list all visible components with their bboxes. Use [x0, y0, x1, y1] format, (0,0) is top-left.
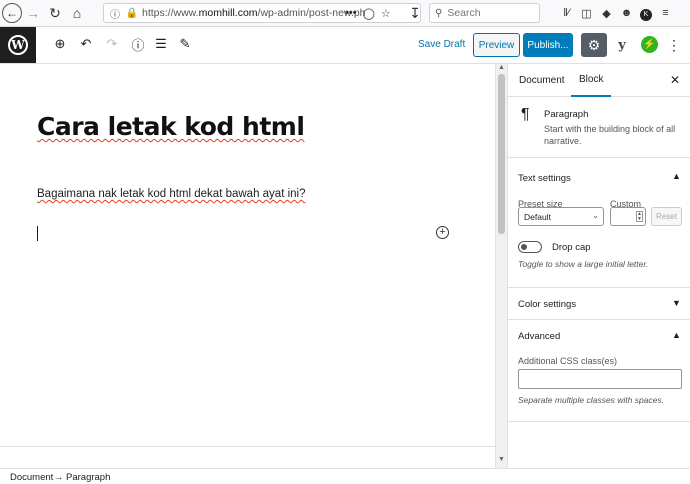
browser-extensions: ‖⁄ ◫ ◆ ☻ K ≡ — [560, 4, 672, 22]
drop-cap-label: Drop cap — [552, 242, 591, 253]
sidebar-toggle-icon[interactable]: ◫ — [580, 4, 593, 22]
editor-header: W ⊕ ↶ ↷ ⓘ ☰ ✎ Save Draft Preview Publish… — [0, 27, 690, 64]
close-icon[interactable]: ✕ — [670, 73, 680, 87]
bookmark-star-icon[interactable]: ☆ — [381, 7, 391, 20]
advanced-title[interactable]: Advanced — [518, 331, 560, 342]
inline-add-block-icon[interactable]: + — [436, 226, 449, 239]
account-icon[interactable]: ☻ — [620, 4, 633, 22]
search-input[interactable]: ⚲ Search — [429, 3, 540, 23]
wordpress-logo[interactable]: W — [0, 27, 36, 63]
content-divider — [0, 446, 495, 447]
breadcrumb-paragraph[interactable]: Paragraph — [66, 472, 110, 483]
block-card: ¶ Paragraph Start with the building bloc… — [508, 98, 690, 158]
tab-block[interactable]: Block — [571, 64, 612, 97]
redo-icon[interactable]: ↷ — [104, 36, 120, 52]
text-settings-title[interactable]: Text settings — [518, 173, 571, 184]
url-scheme: https://www. — [142, 7, 199, 19]
drop-cap-toggle[interactable] — [518, 241, 542, 253]
paragraph-block[interactable]: Bagaimana nak letak kod html dekat bawah… — [37, 188, 306, 200]
color-settings-title[interactable]: Color settings — [518, 299, 576, 310]
lock-icon[interactable]: 🔒 — [125, 6, 139, 20]
home-icon[interactable]: ⌂ — [66, 2, 88, 24]
toggle-knob — [521, 243, 527, 250]
css-class-label: Additional CSS class(es) — [518, 356, 618, 366]
text-cursor[interactable] — [37, 226, 38, 241]
scroll-up-arrow-icon[interactable]: ▲ — [498, 64, 505, 71]
library-icon[interactable]: ‖⁄ — [560, 4, 573, 22]
profile-avatar[interactable]: K — [640, 8, 652, 21]
tab-document[interactable]: Document — [519, 64, 565, 97]
pocket-icon[interactable]: ◯ — [363, 7, 375, 20]
custom-size-input[interactable]: ▲ ▼ — [610, 207, 646, 226]
page-actions-icon[interactable]: ••• — [345, 7, 357, 19]
block-breadcrumb: Document → Paragraph — [0, 468, 690, 484]
info-icon[interactable]: ⓘ — [108, 6, 122, 21]
forward-arrow-icon[interactable]: → — [22, 2, 44, 24]
scrollbar-thumb[interactable] — [498, 74, 505, 234]
undo-icon[interactable]: ↶ — [78, 36, 94, 52]
url-actions: ••• ◯ ☆ — [345, 3, 391, 23]
paragraph-icon: ¶ — [521, 106, 530, 123]
breadcrumb-document[interactable]: Document — [10, 472, 53, 483]
more-options-icon[interactable]: ⋮ — [667, 36, 681, 54]
publish-button[interactable]: Publish... — [523, 33, 573, 57]
edit-mode-icon[interactable]: ✎ — [177, 36, 193, 52]
editor-scrollbar[interactable]: ▲ ▼ — [495, 64, 507, 468]
text-settings-panel: Text settings ▲ Preset size Custom Defau… — [508, 159, 690, 288]
menu-icon[interactable]: ≡ — [659, 4, 672, 22]
color-settings-panel[interactable]: Color settings ▼ — [508, 288, 690, 320]
preview-button[interactable]: Preview — [473, 33, 520, 57]
extension-icon[interactable]: ◆ — [600, 4, 613, 22]
scroll-down-arrow-icon[interactable]: ▼ — [498, 456, 505, 463]
settings-sidebar: Document Block ✕ ¶ Paragraph Start with … — [507, 64, 690, 468]
post-title[interactable]: Cara letak kod html — [37, 112, 305, 141]
chevron-up-icon[interactable]: ▲ — [672, 171, 681, 181]
preset-size-select[interactable]: Default ⌄ — [518, 207, 604, 226]
browser-toolbar: ← → ↻ ⌂ ⓘ 🔒 https://www. momhill.com/wp-a… — [0, 0, 690, 27]
yoast-icon[interactable]: y — [614, 36, 630, 54]
css-class-help: Separate multiple classes with spaces. — [518, 395, 664, 405]
chevron-down-icon[interactable]: ▼ — [672, 298, 681, 308]
settings-gear-icon[interactable]: ⚙ — [581, 33, 607, 57]
add-block-icon[interactable]: ⊕ — [52, 36, 68, 52]
wordpress-icon: W — [8, 35, 28, 55]
advanced-panel: Advanced ▲ Additional CSS class(es) Sepa… — [508, 320, 690, 422]
block-card-description: Start with the building block of all nar… — [544, 124, 676, 146]
editor-canvas: Cara letak kod html Bagaimana nak letak … — [0, 64, 495, 446]
reset-button[interactable]: Reset — [651, 207, 682, 226]
chevron-down-icon: ⌄ — [592, 211, 599, 220]
css-class-input[interactable] — [518, 369, 682, 389]
block-card-title: Paragraph — [544, 109, 589, 120]
jetpack-icon[interactable]: ⚡ — [641, 36, 658, 53]
breadcrumb-separator: → — [54, 472, 64, 483]
number-spinner-icon[interactable]: ▲ ▼ — [636, 211, 643, 222]
chevron-up-icon[interactable]: ▲ — [672, 330, 681, 340]
drop-cap-help: Toggle to show a large initial letter. — [518, 259, 649, 269]
sidebar-tabs: Document Block ✕ — [508, 64, 690, 97]
search-placeholder: Search — [447, 7, 481, 19]
download-icon[interactable]: ↧ — [404, 2, 426, 24]
back-arrow-icon[interactable]: ← — [2, 3, 22, 23]
search-icon: ⚲ — [435, 7, 443, 19]
url-host: momhill.com — [198, 7, 258, 19]
info-icon[interactable]: ⓘ — [130, 36, 146, 53]
save-draft-button[interactable]: Save Draft — [418, 39, 465, 50]
block-navigation-icon[interactable]: ☰ — [153, 36, 169, 52]
reload-icon[interactable]: ↻ — [44, 2, 66, 24]
preset-size-value: Default — [524, 211, 551, 222]
